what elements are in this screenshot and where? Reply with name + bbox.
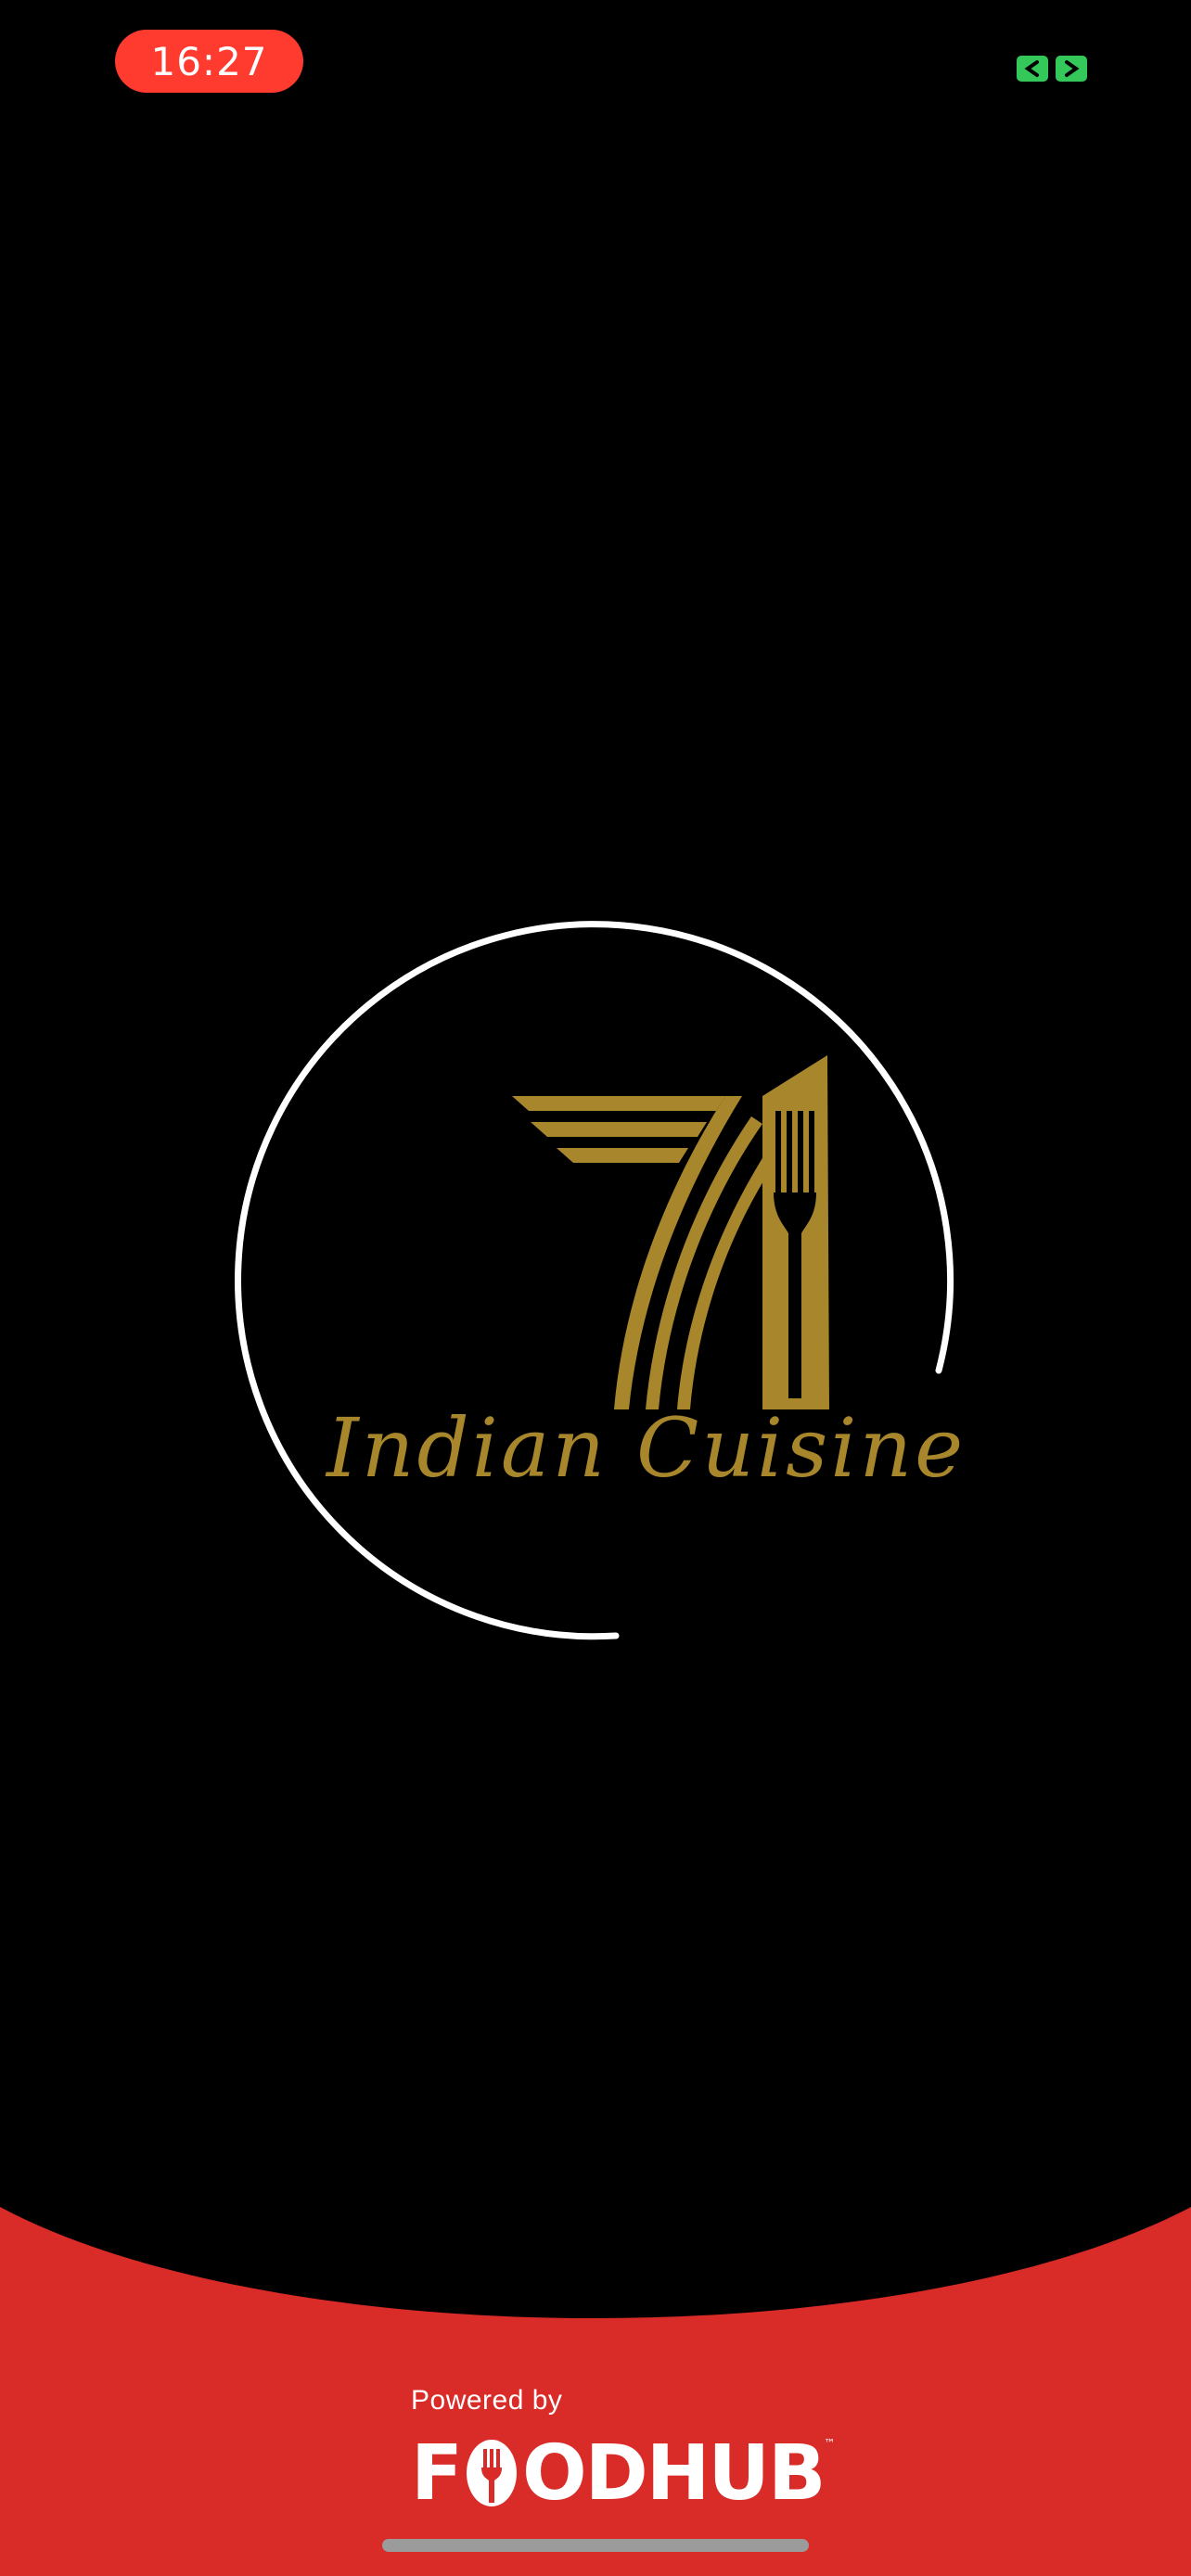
restaurant-logo	[235, 921, 954, 1640]
seven-glyph-icon	[512, 1096, 783, 1409]
status-time: 16:27	[115, 30, 303, 93]
foodhub-logo-left: F	[411, 2429, 463, 2518]
restaurant-name: Indian Cuisine	[327, 1400, 967, 1496]
screen-share-icon	[1017, 56, 1087, 82]
foodhub-logo: F ODHUB ™	[411, 2429, 836, 2518]
fork-icon	[467, 2440, 518, 2506]
fork-icon	[762, 1055, 829, 1409]
powered-by-label: Powered by	[411, 2385, 563, 2416]
home-indicator[interactable]	[382, 2539, 809, 2552]
footer-background	[0, 2207, 1191, 2576]
splash-screen: 16:27 Indian Cuisine Powered by F ODHUB …	[0, 0, 1191, 2576]
foodhub-logo-right: ODHUB	[522, 2429, 826, 2518]
trademark-symbol: ™	[824, 2437, 836, 2450]
status-time-label: 16:27	[150, 38, 268, 84]
logo-ring	[235, 921, 954, 1640]
